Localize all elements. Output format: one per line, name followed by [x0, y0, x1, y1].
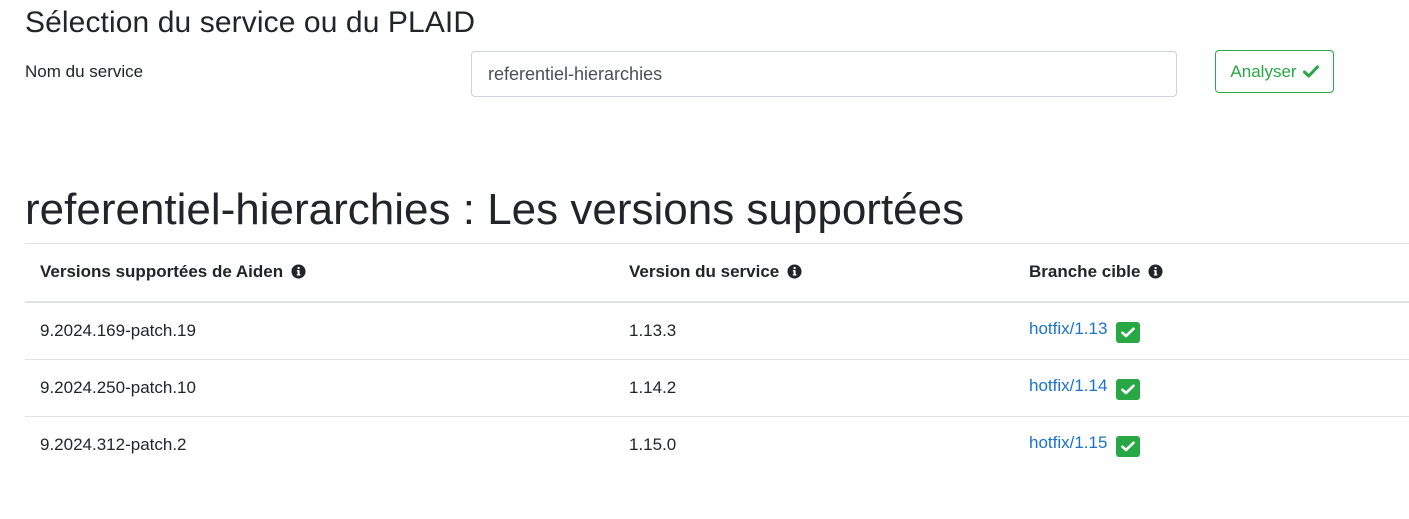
branch-cell: hotfix/1.14	[1014, 359, 1409, 417]
info-circle-icon[interactable]	[787, 263, 802, 284]
selection-title: Sélection du service ou du PLAID	[25, 6, 476, 39]
service-name-input[interactable]	[471, 51, 1177, 97]
table-header-row: Versions supportées de Aiden Version du …	[25, 243, 1409, 303]
branch-link[interactable]: hotfix/1.14	[1029, 376, 1107, 395]
branch-cell: hotfix/1.13	[1014, 302, 1409, 360]
table-row: 9.2024.169-patch.19 1.13.3 hotfix/1.13	[25, 302, 1409, 360]
service-name-label: Nom du service	[25, 62, 144, 81]
table-row: 9.2024.312-patch.2 1.15.0 hotfix/1.15	[25, 417, 1409, 474]
check-square-icon	[1116, 322, 1141, 343]
analyse-button-label: Analyser	[1230, 61, 1297, 81]
column-header-target-branch: Branche cible	[1014, 243, 1409, 303]
versions-table: Versions supportées de Aiden Version du …	[25, 243, 1409, 473]
analyse-button[interactable]: Analyser	[1215, 50, 1334, 93]
service-version-cell: 1.14.2	[614, 359, 1014, 417]
branch-cell: hotfix/1.15	[1014, 417, 1409, 474]
check-square-icon	[1116, 379, 1141, 400]
table-row: 9.2024.250-patch.10 1.14.2 hotfix/1.14	[25, 359, 1409, 417]
info-circle-icon[interactable]	[291, 263, 306, 284]
branch-link[interactable]: hotfix/1.15	[1029, 433, 1107, 452]
column-header-label: Branche cible	[1029, 261, 1141, 281]
service-version-cell: 1.13.3	[614, 302, 1014, 360]
branch-link[interactable]: hotfix/1.13	[1029, 319, 1107, 338]
column-header-label: Version du service	[629, 261, 780, 281]
aiden-version-cell: 9.2024.250-patch.10	[25, 359, 614, 417]
page: Sélection du service ou du PLAID Nom du …	[0, 0, 1409, 519]
column-header-aiden-versions: Versions supportées de Aiden	[25, 243, 614, 303]
column-header-service-version: Version du service	[614, 243, 1014, 303]
check-icon	[1302, 65, 1319, 78]
aiden-version-cell: 9.2024.312-patch.2	[40, 435, 187, 454]
aiden-version-cell: 9.2024.169-patch.19	[25, 302, 614, 360]
column-header-label: Versions supportées de Aiden	[40, 261, 284, 281]
service-version-cell: 1.15.0	[629, 435, 677, 454]
versions-title: referentiel-hierarchies : Les versions s…	[25, 185, 965, 234]
check-square-icon	[1116, 436, 1141, 457]
info-circle-icon[interactable]	[1148, 263, 1163, 284]
